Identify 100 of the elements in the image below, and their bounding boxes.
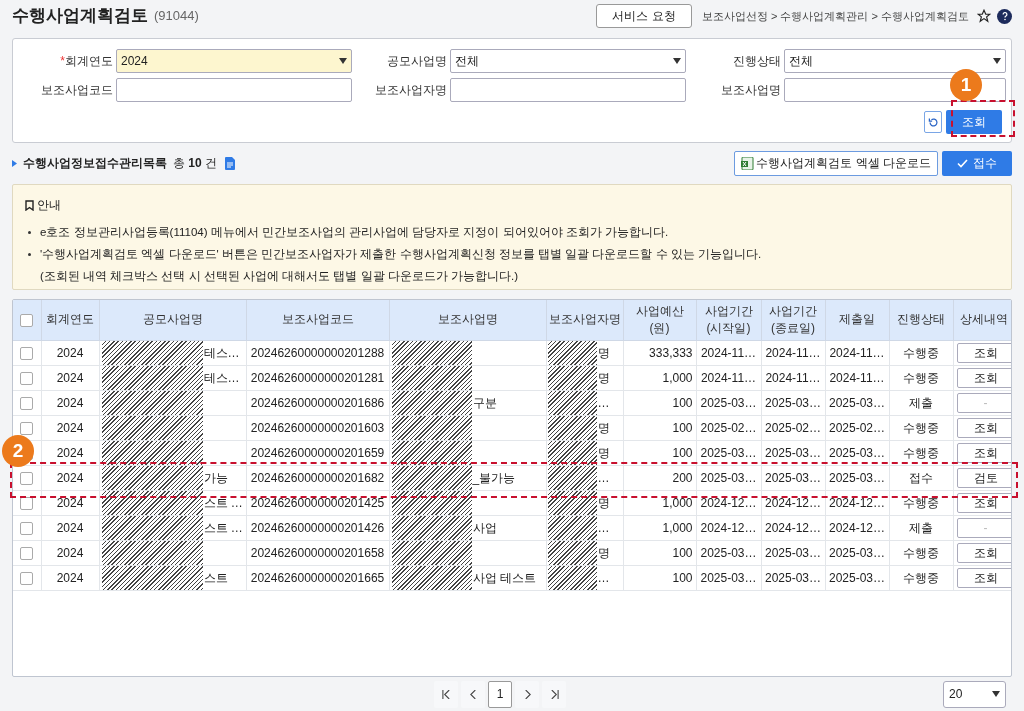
- detail-button[interactable]: 조회: [956, 442, 1011, 463]
- search-button[interactable]: 조회: [946, 110, 1002, 134]
- table-cell: 수행중: [903, 545, 939, 560]
- detail-button[interactable]: 조회: [956, 492, 1011, 513]
- table-cell: 20246260000000201425: [250, 495, 385, 510]
- table-cell: 100: [672, 570, 693, 585]
- redaction-mark: [547, 415, 597, 440]
- field-label: 회계연도: [65, 53, 113, 70]
- reset-button[interactable]: [924, 111, 942, 133]
- checkbox[interactable]: [20, 571, 34, 585]
- table-cell: 1,000: [662, 495, 693, 510]
- table-cell: 100: [672, 545, 693, 560]
- table-cell: 2024-12…: [828, 520, 885, 535]
- table-cell: 2025-03…: [700, 445, 757, 460]
- redaction-mark: [547, 365, 597, 390]
- previous-page-button[interactable]: [461, 680, 485, 708]
- table-cell: 20246260000000201658: [250, 545, 385, 560]
- notice-text: '수행사업계획검토 엑셀 다운로드' 버튼은 민간보조사업자가 제출한 수행사업계획신청 정보를 탭별 일괄 다운로드할 수 있는 기능입니다.: [40, 246, 762, 262]
- detail-button[interactable]: 조회: [956, 342, 1011, 363]
- star-icon[interactable]: [977, 9, 991, 23]
- table-cell: 2024-11…: [765, 345, 821, 360]
- page-button[interactable]: 1: [488, 680, 512, 708]
- table-cell-text: 사업: [471, 519, 497, 537]
- input-field[interactable]: [116, 78, 352, 102]
- redaction-mark: [547, 565, 597, 590]
- checkbox[interactable]: [20, 396, 34, 410]
- table-cell: 수행중: [903, 370, 939, 385]
- last-page-button[interactable]: [542, 680, 566, 708]
- table-cell: 2024-11…: [829, 370, 885, 385]
- table-cell: 2025-03…: [828, 570, 885, 585]
- first-page-button[interactable]: [434, 680, 458, 708]
- bullet-icon: [28, 252, 31, 256]
- detail-button[interactable]: 조회: [956, 417, 1011, 438]
- redaction-mark: [547, 465, 597, 490]
- document-icon[interactable]: [225, 156, 236, 170]
- list-title: 수행사업정보접수관리목록: [23, 155, 167, 172]
- table-cell: 2024-11…: [765, 370, 821, 385]
- table-cell: 2025-03…: [764, 470, 821, 485]
- page-size-select[interactable]: 20: [943, 680, 1006, 708]
- select-field[interactable]: 전체: [784, 49, 1006, 73]
- table-cell: 100: [672, 395, 693, 410]
- select-field[interactable]: 전체: [450, 49, 686, 73]
- checkbox[interactable]: [20, 496, 34, 510]
- checkbox[interactable]: [20, 471, 34, 485]
- table-cell: 2025-03…: [764, 570, 821, 585]
- column-header: 보조사업명: [437, 312, 498, 327]
- column-header: 진행상태: [897, 312, 945, 327]
- input-field[interactable]: [450, 78, 686, 102]
- checkbox[interactable]: [20, 346, 34, 360]
- table-cell: 2025-03…: [700, 470, 757, 485]
- caret-icon: [673, 58, 681, 64]
- column-header: 상세내역: [960, 312, 1008, 327]
- caret-icon: [993, 58, 1001, 64]
- checkbox[interactable]: [20, 546, 34, 560]
- detail-button[interactable]: 조회: [956, 367, 1011, 388]
- excel-download-button[interactable]: 수행사업계획검토 엑셀 다운로드: [734, 150, 938, 176]
- step-marker: 2: [2, 435, 34, 467]
- field-label: 보조사업코드: [41, 82, 113, 99]
- table-cell: 20246260000000201659: [250, 445, 385, 460]
- field-label: 보조사업명: [721, 82, 781, 99]
- table-cell: 2024: [56, 395, 84, 410]
- table-cell: 20246260000000201426: [250, 520, 385, 535]
- spreadsheet-icon: [741, 156, 755, 170]
- checkbox[interactable]: [20, 521, 34, 535]
- bookmark-icon: [25, 200, 34, 212]
- last-page-icon: [549, 689, 559, 699]
- select-field[interactable]: 2024: [116, 49, 352, 73]
- checkbox[interactable]: [20, 371, 34, 385]
- table-cell: 2024-12…: [764, 495, 821, 510]
- service-request-button[interactable]: 서비스 요청: [595, 4, 692, 28]
- table-cell: 접수: [909, 470, 933, 485]
- table-cell: 2024: [56, 520, 84, 535]
- table-cell: 수행중: [903, 420, 939, 435]
- table-cell: 수행중: [903, 345, 939, 360]
- caret-icon: [339, 58, 347, 64]
- table-cell: 2025-03…: [764, 445, 821, 460]
- next-page-icon: [522, 689, 532, 699]
- help-icon[interactable]: [997, 8, 1012, 24]
- bullet-icon: [28, 230, 31, 234]
- table-cell-text: 명: [596, 544, 610, 562]
- table-cell: 20246260000000201686: [250, 395, 385, 410]
- redaction-mark: [547, 340, 597, 365]
- table-cell: 1,000: [662, 370, 693, 385]
- next-page-button[interactable]: [515, 680, 539, 708]
- table-cell-text: 스트 …: [202, 494, 243, 512]
- detail-button[interactable]: 조회: [956, 542, 1011, 563]
- table-cell-text: 스트: [202, 569, 228, 587]
- column-header: 사업기간 (종료일): [769, 303, 817, 335]
- receive-button[interactable]: 접수: [942, 150, 1012, 176]
- detail-button[interactable]: 조회: [956, 567, 1011, 588]
- table-cell-text: 사업 테스트: [471, 569, 536, 587]
- table-cell: 2025-03…: [764, 545, 821, 560]
- table-cell: 수행중: [903, 570, 939, 585]
- checkbox[interactable]: [20, 314, 34, 328]
- checkbox[interactable]: [20, 421, 34, 435]
- field-label: 공모사업명: [387, 53, 447, 70]
- table-cell: 2024: [56, 345, 84, 360]
- detail-button[interactable]: 검토: [956, 467, 1011, 488]
- table-cell: 수행중: [903, 495, 939, 510]
- table-cell-text: 테스…: [202, 369, 240, 387]
